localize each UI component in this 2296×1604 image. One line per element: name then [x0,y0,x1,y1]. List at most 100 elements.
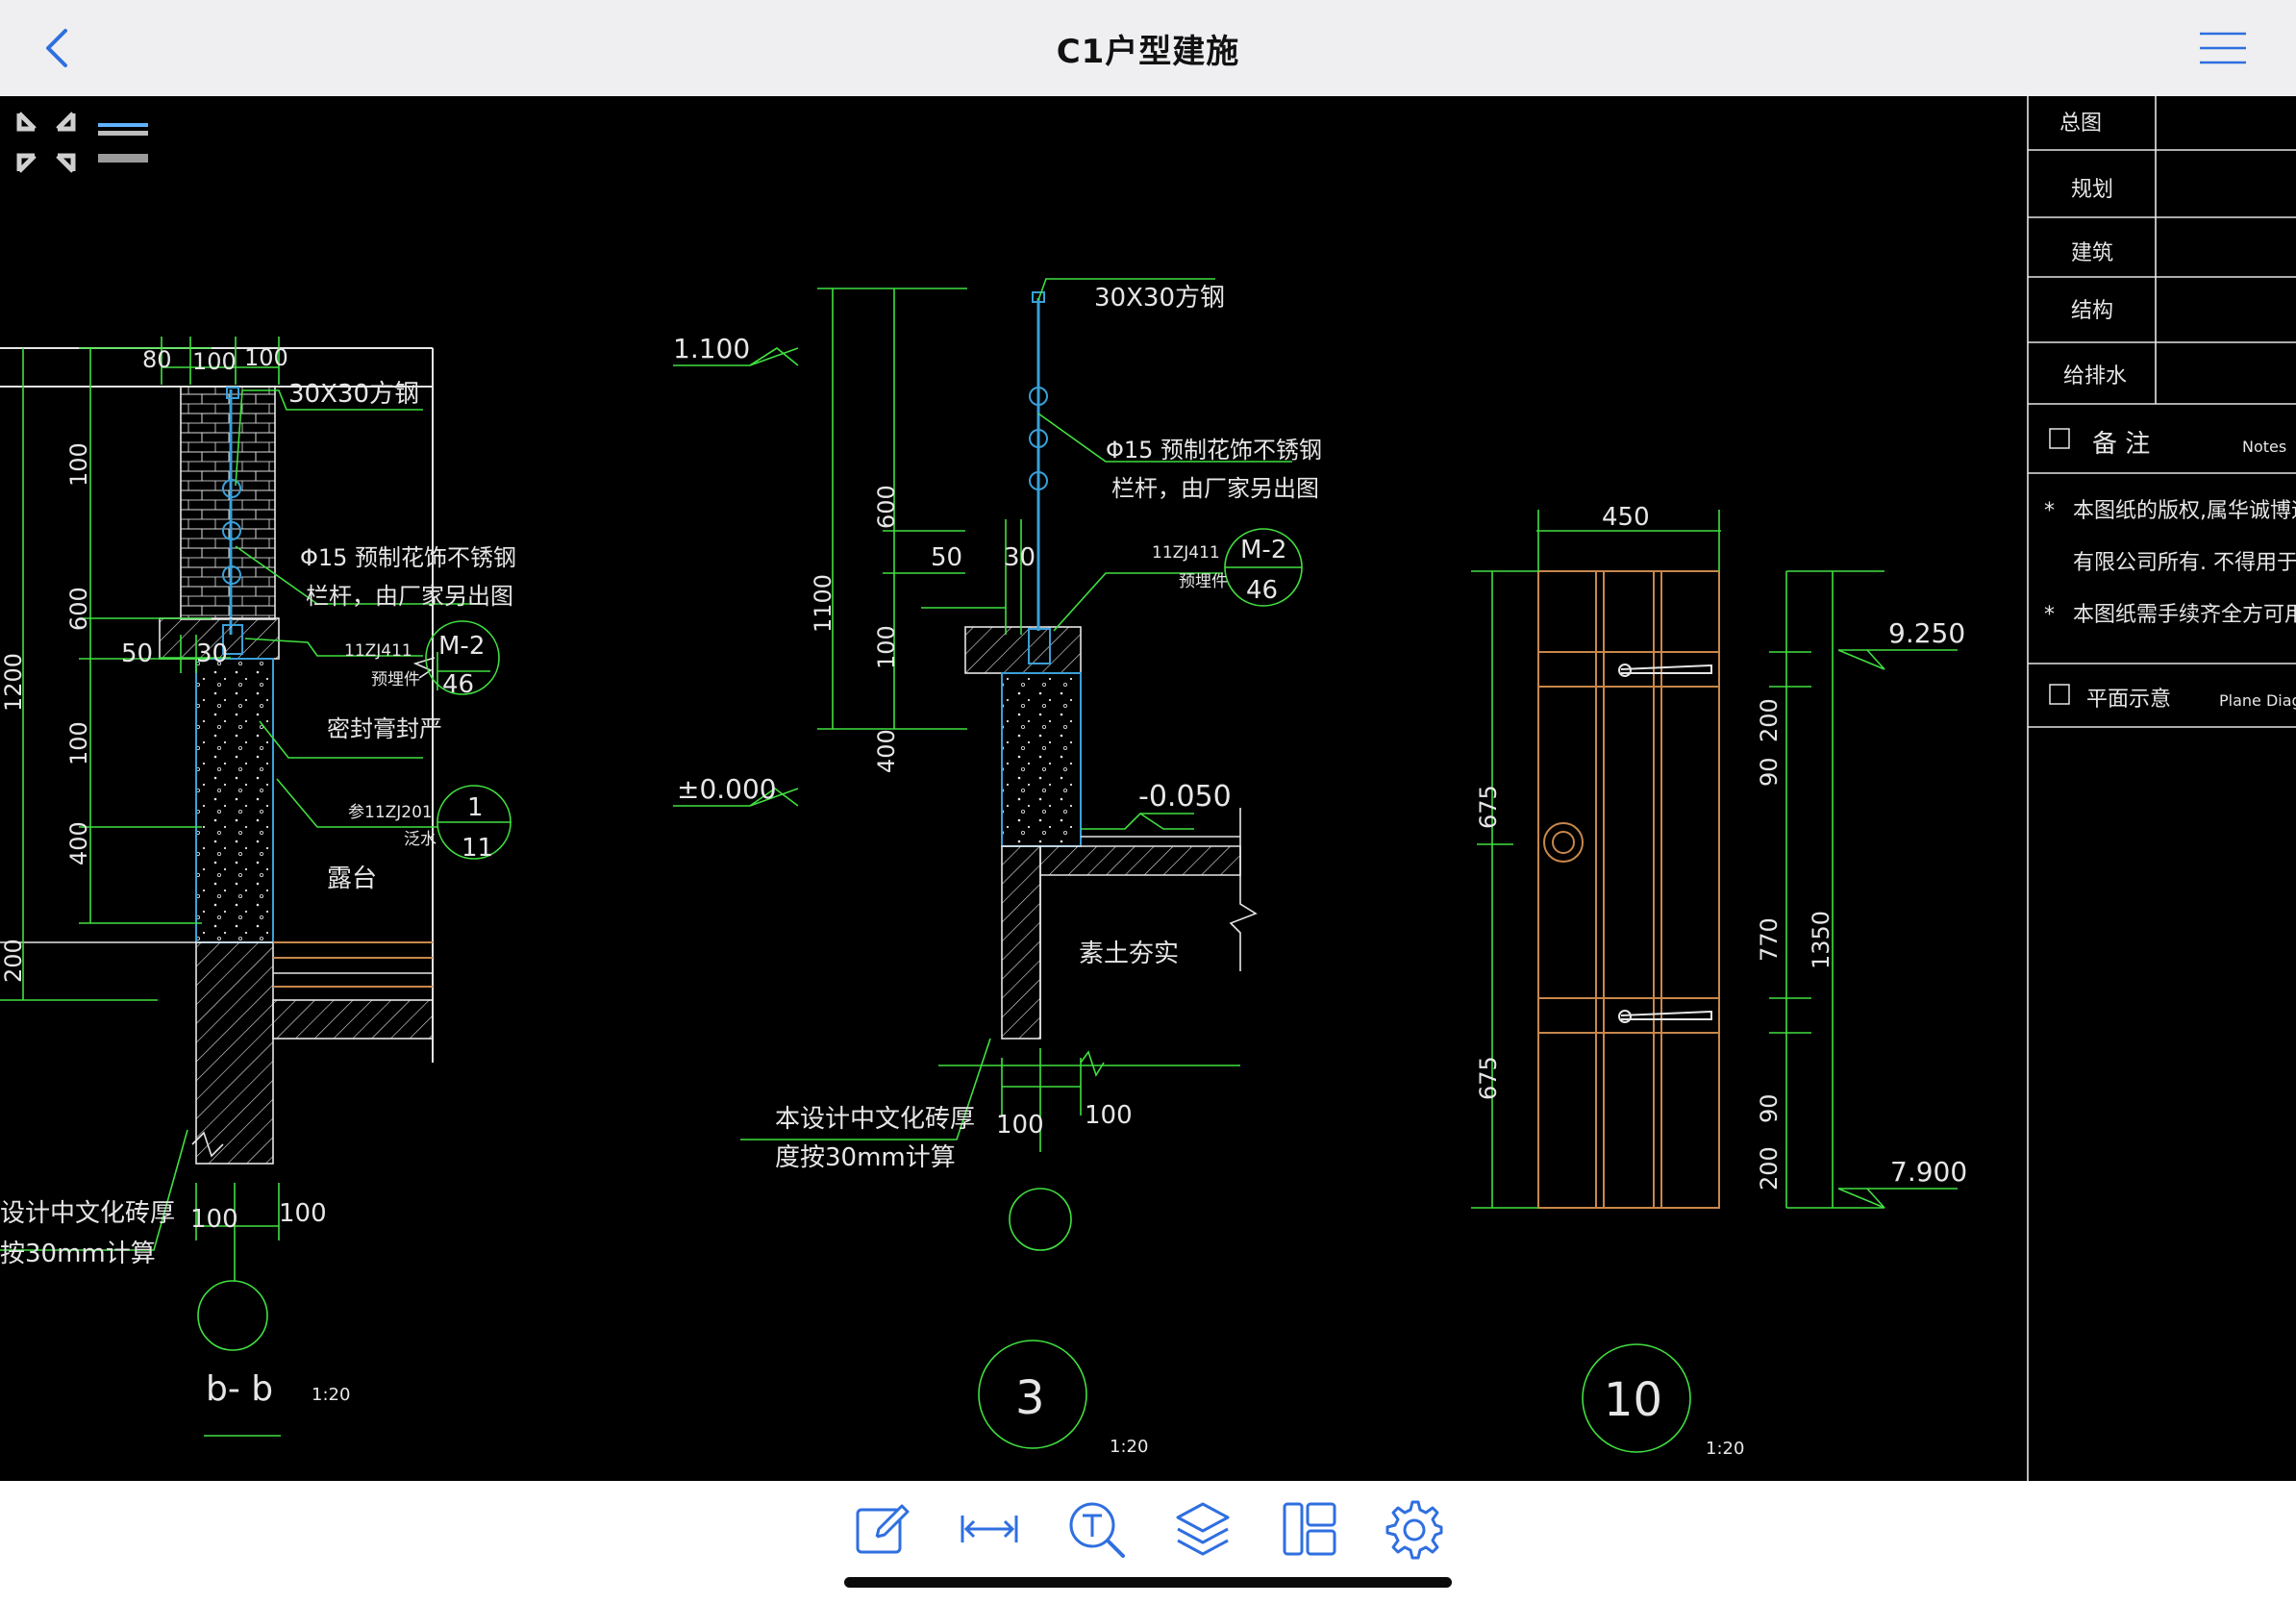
d10-dim-left-2: 675 [1475,1056,1502,1100]
layers-tool-button[interactable] [1172,1498,1234,1560]
s3-dim-v-1: 600 [873,485,900,529]
s3-note-1: 本设计中文化砖厚 [775,1105,975,1134]
bb-ref-bottom: 46 [442,670,474,699]
s3-ref-bottom: 46 [1246,576,1278,605]
d10-section-name: 10 [1604,1373,1662,1427]
tb-row-1: 总图 [2059,112,2102,136]
pencil-edit-icon [856,1504,910,1554]
tb-note-2: 有限公司所有. 不得用于 [2073,551,2296,575]
d10-dim-right-4: 90 [1756,1093,1783,1123]
s3-ref-top: M-2 [1240,536,1286,564]
layout-tool-button[interactable] [1279,1498,1340,1560]
s3-dim-v-3: 400 [873,729,900,773]
section-bb: 80 100 100 30X30方钢 Φ15 预制花饰不锈钢 栏杆，由厂家另出图… [0,337,516,1437]
s3-ref-code: 11ZJ411 [1152,543,1220,563]
d10-level-bottom: 7.900 [1890,1156,1967,1188]
tb-row-5: 给排水 [2063,364,2127,388]
bb-dim-bottom-2: 100 [279,1199,327,1228]
s3-dim-bottom-2: 100 [1085,1101,1133,1130]
d10-dim-right-2: 90 [1756,757,1783,787]
d10-dim-right-3: 770 [1756,917,1783,962]
section-3: 1.100 ±0.000 -0.050 30X30方钢 Φ15 预制花饰不锈钢 … [673,278,1322,1457]
bb-dim-left-2: 30 [196,639,228,668]
bb-dim-v-4: 400 [65,821,92,865]
s3-label-steel: 30X30方钢 [1094,284,1225,313]
s3-ref-sub: 预埋件 [1179,572,1228,591]
d10-dim-right-1: 200 [1756,698,1783,742]
menu-button[interactable] [2198,29,2248,67]
bb-label-rail-2: 栏杆，由厂家另出图 [306,583,513,610]
tb-note-3: 本图纸需手续齐全方可用于施工 [2073,603,2296,627]
tb-notes-en: Notes [2242,438,2286,456]
settings-tool-button[interactable] [1382,1498,1443,1560]
d10-dim-left-1: 675 [1475,785,1502,829]
layers-toggle-button[interactable] [98,123,148,163]
tb-plane-en: Plane Diag [2219,691,2296,710]
bb-dim-v-5: 200 [0,939,27,983]
s3-level-floor: -0.050 [1138,780,1232,814]
cad-drawing: 80 100 100 30X30方钢 Φ15 预制花饰不锈钢 栏杆，由厂家另出图… [0,96,2296,1481]
d10-level-top: 9.250 [1888,617,1965,649]
bb-ref2-bottom: 11 [462,834,493,863]
fit-screen-icon [16,112,76,173]
text-search-icon [1069,1502,1125,1558]
tb-notes-title: 备 注 [2092,430,2150,459]
bb-dim-top-1: 80 [142,346,172,373]
s3-dim-left-2: 30 [1004,543,1036,572]
page-title: C1户型建施 [1056,33,1240,71]
tb-bullet-2: * [2044,603,2055,627]
layers-icon [1176,1502,1230,1556]
tb-row-3: 建筑 [2071,241,2113,265]
bb-ref-code: 11ZJ411 [344,641,412,661]
d10-width: 450 [1602,503,1650,532]
annotate-tool-button[interactable] [852,1498,913,1560]
bb-label-steel: 30X30方钢 [288,380,419,409]
bb-ref2-code: 参11ZJ201 [348,803,433,822]
bb-dim-total: 1200 [0,653,27,712]
bb-label-rail-1: Φ15 预制花饰不锈钢 [300,544,516,571]
bb-ref-sub: 预埋件 [371,670,420,689]
s3-dim-v-2: 100 [873,625,900,669]
drawing-canvas[interactable]: 80 100 100 30X30方钢 Φ15 预制花饰不锈钢 栏杆，由厂家另出图… [0,96,2296,1481]
home-indicator [844,1577,1452,1588]
tb-bullet-1: * [2044,499,2055,523]
layout-panels-icon [1283,1502,1336,1556]
measure-tool-button[interactable] [959,1498,1020,1560]
tb-plane-title: 平面示意 [2086,688,2171,712]
s3-level-zero: ±0.000 [677,773,777,805]
bb-dim-v-3: 100 [65,721,92,765]
tb-row-2: 规划 [2071,178,2113,202]
bb-ref-top: M-2 [438,632,485,661]
tb-row-4: 结构 [2071,299,2113,323]
plane-checkbox-icon [2049,684,2070,705]
hamburger-menu-icon [2200,32,2246,64]
bb-dim-top-2: 100 [192,348,237,375]
bb-dim-top-3: 100 [244,344,288,371]
text-search-tool-button[interactable] [1065,1498,1127,1560]
layer-bars-icon [98,123,148,163]
bb-dim-left-1: 50 [121,639,153,668]
tb-note-1: 本图纸的版权,属华诚博远(北京 [2073,499,2296,523]
d10-dim-right-5: 200 [1756,1146,1783,1190]
s3-note-2: 度按30mm计算 [775,1143,956,1172]
bb-note-1: 设计中文化砖厚 [0,1199,175,1228]
bb-label-area: 露台 [327,865,377,893]
s3-section-name: 3 [1015,1371,1045,1425]
detail-10: 450 9.250 7.900 675 675 200 90 770 90 20… [1471,503,1967,1459]
bb-section-scale: 1:20 [312,1385,350,1405]
bb-note-2: 按30mm计算 [0,1240,156,1268]
s3-dim-total: 1100 [810,574,836,633]
fit-screen-button[interactable] [16,112,76,173]
d10-section-scale: 1:20 [1706,1439,1744,1459]
gear-icon [1385,1500,1443,1560]
s3-section-scale: 1:20 [1110,1437,1148,1457]
bb-ref2-top: 1 [467,793,484,822]
title-block: 总图 规划 建筑 结构 给排水 备 注 Notes * 本图纸的版权,属华诚博远… [2027,96,2296,1481]
s3-label-soil: 素土夯实 [1079,940,1179,968]
bb-ref2-sub: 泛水 [404,830,437,849]
measure-distance-icon [961,1516,1018,1542]
s3-label-rail-2: 栏杆，由厂家另出图 [1111,475,1319,502]
bb-section-name: b- b [206,1369,273,1409]
notes-checkbox-icon [2049,428,2070,449]
s3-dim-bottom-1: 100 [996,1111,1044,1140]
